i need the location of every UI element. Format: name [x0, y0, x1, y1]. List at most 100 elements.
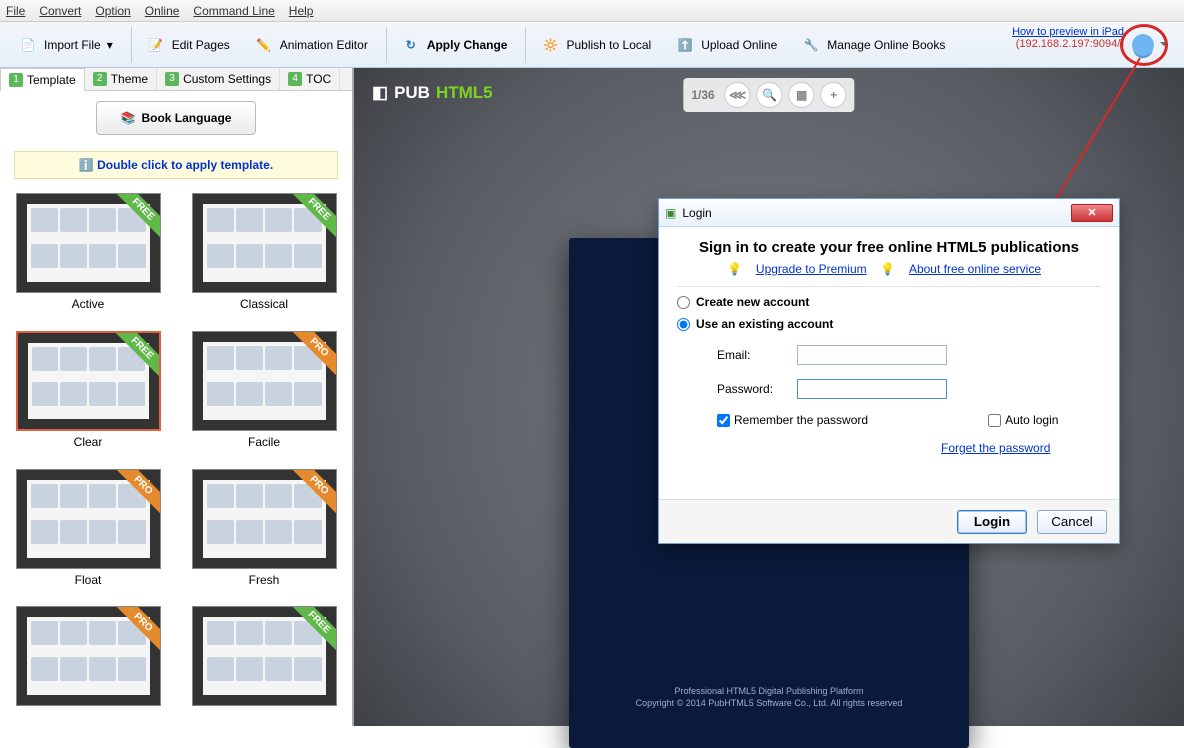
manage-books-button[interactable]: 🔧 Manage Online Books: [791, 31, 955, 59]
page-counter: 1/36: [691, 88, 714, 102]
template-item[interactable]: FREE Active: [8, 193, 168, 319]
zoom-button[interactable]: +: [821, 82, 847, 108]
apply-hint: ℹ️ Double click to apply template.: [14, 151, 338, 179]
menu-convert[interactable]: Convert: [39, 4, 81, 18]
preview-top-controls: 1/36 ⋘ 🔍 ▦ +: [683, 78, 854, 112]
template-grid: FREEActiveFREEClassicalFREEClearPROFacil…: [0, 185, 352, 726]
template-thumbnail: FREE: [192, 193, 337, 293]
dialog-links: 💡 Upgrade to Premium 💡 About free online s…: [677, 262, 1101, 276]
grid-icon: ▦: [796, 88, 807, 102]
refresh-icon: ↻: [401, 35, 421, 55]
animation-editor-button[interactable]: ✏️ Animation Editor: [244, 31, 378, 59]
thumbnails-button[interactable]: ▦: [789, 82, 815, 108]
template-item[interactable]: PROFresh: [184, 469, 344, 595]
book-language-label: Book Language: [141, 111, 231, 125]
close-button[interactable]: ✕: [1071, 204, 1113, 222]
separator: [131, 27, 132, 63]
apply-change-button[interactable]: ↻ Apply Change: [391, 31, 518, 59]
template-item[interactable]: PRO: [8, 606, 168, 718]
dialog-footer: Login Cancel: [659, 499, 1119, 543]
chevron-down-icon: [1160, 42, 1168, 46]
preview-ipad-link[interactable]: How to preview in iPad: [1012, 26, 1124, 38]
forgot-password-link[interactable]: Forget the password: [941, 441, 1050, 455]
plus-file-icon: 📄: [18, 35, 38, 55]
email-field[interactable]: [797, 345, 947, 365]
cancel-button[interactable]: Cancel: [1037, 510, 1107, 534]
template-thumbnail: FREE: [192, 606, 337, 706]
manage-icon: 🔧: [801, 35, 821, 55]
template-thumbnail: FREE: [16, 331, 161, 431]
template-thumbnail: PRO: [16, 469, 161, 569]
template-item[interactable]: PRO Facile: [184, 331, 344, 457]
login-dialog: ▣ Login ✕ Sign in to create your free on…: [658, 198, 1120, 544]
upload-online-button[interactable]: ⬆️ Upload Online: [665, 31, 787, 59]
bulb-icon: 💡: [727, 262, 742, 276]
edit-pages-button[interactable]: 📝 Edit Pages: [136, 31, 240, 59]
book-language-button[interactable]: 📚 Book Language: [96, 101, 256, 135]
dialog-heading: Sign in to create your free online HTML5…: [677, 239, 1101, 256]
menu-file[interactable]: File: [6, 4, 25, 18]
dialog-title: Login: [682, 206, 711, 220]
auto-login-checkbox[interactable]: Auto login: [988, 413, 1058, 427]
tab-template[interactable]: 1Template: [0, 68, 85, 91]
bulb-icon: 💡: [880, 262, 895, 276]
upgrade-link[interactable]: Upgrade to Premium: [756, 262, 867, 276]
template-name: Facile: [184, 435, 344, 449]
animation-label: Animation Editor: [280, 38, 368, 52]
dialog-titlebar[interactable]: ▣ Login ✕: [659, 199, 1119, 227]
share-button[interactable]: ⋘: [725, 82, 751, 108]
dropdown-icon: ▾: [107, 38, 113, 52]
publish-local-label: Publish to Local: [566, 38, 651, 52]
existing-account-radio[interactable]: Use an existing account: [677, 317, 1101, 331]
preview-info: How to preview in iPad (192.168.2.197:90…: [1012, 26, 1124, 50]
create-account-radio[interactable]: Create new account: [677, 295, 1101, 309]
edit-pages-label: Edit Pages: [172, 38, 230, 52]
template-item[interactable]: PROFloat: [8, 469, 168, 595]
template-item[interactable]: FREE: [184, 606, 344, 718]
template-item[interactable]: FREE Classical: [184, 193, 344, 319]
plus-icon: +: [830, 88, 837, 102]
template-thumbnail: FREE: [16, 193, 161, 293]
upload-icon: ⬆️: [675, 35, 695, 55]
share-icon: ⋘: [729, 88, 746, 102]
tab-toc[interactable]: 4TOC: [280, 68, 340, 90]
tab-custom-settings[interactable]: 3Custom Settings: [157, 68, 280, 90]
login-button[interactable]: Login: [957, 510, 1027, 534]
publish-icon: 🔆: [540, 35, 560, 55]
sidebar: 1Template 2Theme 3Custom Settings 4TOC 📚…: [0, 68, 354, 726]
menu-help[interactable]: Help: [289, 4, 314, 18]
separator: [525, 27, 526, 63]
remember-password-checkbox[interactable]: Remember the password: [717, 413, 868, 427]
search-button[interactable]: 🔍: [757, 82, 783, 108]
dialog-icon: ▣: [665, 206, 676, 220]
book-icon: 📚: [121, 111, 136, 125]
existing-account-input[interactable]: [677, 318, 690, 331]
template-item[interactable]: FREEClear: [8, 331, 168, 457]
import-file-label: Import File: [44, 38, 101, 52]
separator: [386, 27, 387, 63]
template-name: Classical: [184, 297, 344, 311]
import-file-button[interactable]: 📄 Import File ▾: [8, 31, 123, 59]
menu-online[interactable]: Online: [145, 4, 180, 18]
pubhtml5-logo: ◧ PUBHTML5: [372, 83, 493, 103]
tab-theme[interactable]: 2Theme: [85, 68, 157, 90]
template-thumbnail: PRO: [192, 331, 337, 431]
search-icon: 🔍: [762, 88, 777, 102]
dialog-body: Sign in to create your free online HTML5…: [659, 227, 1119, 499]
about-service-link[interactable]: About free online service: [909, 262, 1041, 276]
divider: [677, 286, 1101, 287]
upload-online-label: Upload Online: [701, 38, 777, 52]
create-account-input[interactable]: [677, 296, 690, 309]
password-field[interactable]: [797, 379, 947, 399]
account-menu[interactable]: [1124, 28, 1168, 64]
menu-option[interactable]: Option: [95, 4, 130, 18]
apply-change-label: Apply Change: [427, 38, 508, 52]
password-label: Password:: [717, 382, 797, 396]
template-thumbnail: PRO: [192, 469, 337, 569]
menu-commandline[interactable]: Command Line: [193, 4, 274, 18]
manage-books-label: Manage Online Books: [827, 38, 945, 52]
template-name: Active: [8, 297, 168, 311]
menubar: File Convert Option Online Command Line …: [0, 0, 1184, 22]
template-thumbnail: PRO: [16, 606, 161, 706]
publish-local-button[interactable]: 🔆 Publish to Local: [530, 31, 661, 59]
